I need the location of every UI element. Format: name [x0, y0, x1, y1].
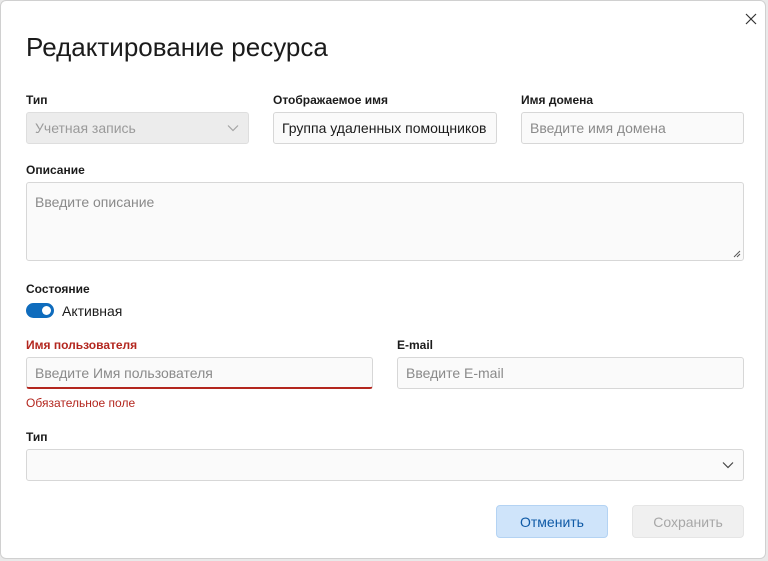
domain-label: Имя домена [521, 93, 594, 107]
domain-input[interactable]: Введите имя домена [521, 112, 744, 144]
toggle-knob [42, 306, 51, 315]
state-toggle[interactable] [26, 303, 54, 318]
chevron-down-icon [227, 125, 239, 132]
resize-grip-icon[interactable] [732, 249, 741, 258]
display-name-input[interactable]: Группа удаленных помощников [273, 112, 497, 144]
username-input[interactable]: Введите Имя пользователя [26, 357, 373, 389]
display-name-value: Группа удаленных помощников [282, 120, 487, 136]
dialog-title: Редактирование ресурса [26, 32, 328, 62]
description-textarea[interactable]: Введите описание [26, 182, 744, 261]
state-toggle-label: Активная [62, 303, 123, 319]
description-placeholder: Введите описание [35, 194, 155, 210]
email-input[interactable]: Введите E-mail [397, 357, 744, 389]
username-error-message: Обязательное поле [26, 396, 136, 410]
close-icon [745, 13, 757, 25]
display-name-label: Отображаемое имя [273, 93, 388, 107]
type-label: Тип [26, 93, 48, 107]
username-label: Имя пользователя [26, 338, 138, 352]
type2-select[interactable] [26, 449, 744, 481]
description-label: Описание [26, 163, 85, 177]
type-select-value: Учетная запись [35, 120, 136, 136]
edit-resource-dialog: Редактирование ресурса Тип Учетная запис… [0, 0, 766, 559]
domain-placeholder: Введите имя домена [530, 120, 666, 136]
email-placeholder: Введите E-mail [406, 365, 504, 381]
type-select: Учетная запись [26, 112, 249, 144]
close-button[interactable] [739, 7, 763, 31]
cancel-button[interactable]: Отменить [496, 505, 608, 538]
save-button[interactable]: Сохранить [632, 505, 744, 538]
chevron-down-icon [722, 462, 734, 469]
email-label: E-mail [397, 338, 434, 352]
type2-label: Тип [26, 430, 48, 444]
username-placeholder: Введите Имя пользователя [35, 364, 213, 381]
state-label: Состояние [26, 282, 90, 296]
